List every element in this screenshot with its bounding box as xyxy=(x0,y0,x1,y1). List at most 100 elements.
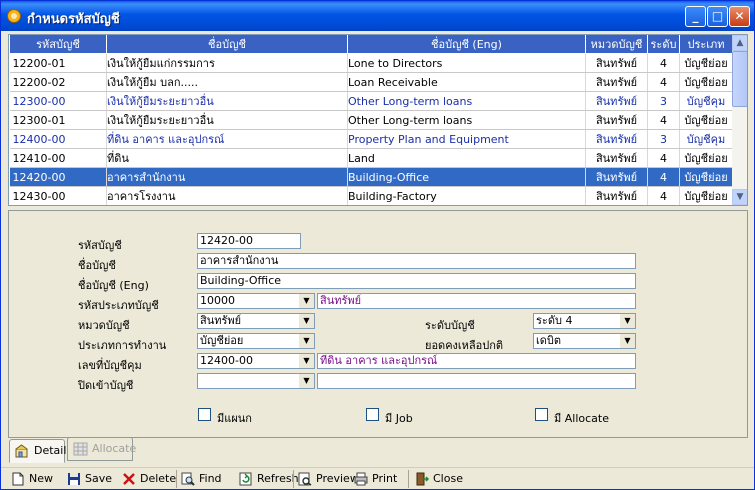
has-department-checkbox[interactable] xyxy=(198,408,211,421)
column-header-name[interactable]: ชื่อบัญชี xyxy=(106,35,348,54)
category-cell: สินทรัพย์ xyxy=(585,72,648,92)
account-grid[interactable]: รหัสบัญชี ชื่อบัญชี ชื่อบัญชี (Eng) หมวด… xyxy=(8,34,748,206)
has-job-label: มี Job xyxy=(385,412,413,425)
chevron-down-icon[interactable]: ▼ xyxy=(299,314,314,328)
level-combo[interactable]: ระดับ 4 ▼ xyxy=(533,313,636,329)
tab-allocate[interactable]: Allocate xyxy=(67,437,137,461)
exit-door-icon xyxy=(416,472,429,486)
column-header-code[interactable]: รหัสบัญชี xyxy=(9,35,107,54)
level-cell: 4 xyxy=(647,72,680,92)
category-cell: สินทรัพย์ xyxy=(585,110,648,130)
chevron-down-icon[interactable]: ▼ xyxy=(620,314,635,328)
table-row[interactable]: 12200-01 เงินให้กู้ยืมแก่กรรมการ Lone to D… xyxy=(9,53,733,73)
chevron-down-icon[interactable]: ▼ xyxy=(620,334,635,348)
chevron-down-icon[interactable]: ▼ xyxy=(299,294,314,308)
table-row[interactable]: 12300-01 เงินให้กู้ยืมระยะยาวอื่น Other Lo… xyxy=(9,110,733,130)
account-name-cell: เงินให้กู้ยืมแก่กรรมการ xyxy=(106,53,348,73)
table-row[interactable]: 12200-02 เงินให้กู้ยืม บลก..... Loan Recei… xyxy=(9,72,733,92)
account-code-cell: 12200-01 xyxy=(9,53,107,73)
close-window-button[interactable]: ✕ xyxy=(729,6,750,27)
type-cell: บัญชีย่อย xyxy=(679,186,733,205)
account-name-field[interactable]: อาคารสำนักงาน xyxy=(197,253,636,269)
level-cell: 4 xyxy=(648,206,680,207)
new-button-label: New xyxy=(29,472,53,485)
tab-detail-label: Detail xyxy=(34,444,67,457)
chevron-down-icon[interactable]: ▼ xyxy=(299,354,314,368)
chevron-down-icon[interactable]: ▼ xyxy=(299,334,314,348)
table-row[interactable]: 12300-00 เงินให้กู้ยืมระยะยาวอื่น Other Lo… xyxy=(9,91,733,111)
control-account-label: เลขที่บัญชีคุม xyxy=(78,359,142,372)
has-allocate-checkbox[interactable] xyxy=(535,408,548,421)
type-cell: บัญชีย่อย xyxy=(679,148,733,168)
delete-button[interactable]: Delete xyxy=(122,470,176,488)
column-header-level[interactable]: ระดับ xyxy=(647,35,680,54)
category-cell: สินทรัพย์ xyxy=(585,129,648,149)
account-name-cell: ที่ดิน xyxy=(106,148,348,168)
title-bar[interactable]: กำหนดรหัสบัญชี _ □ ✕ xyxy=(1,1,754,31)
has-job-checkbox[interactable] xyxy=(366,408,379,421)
print-preview-icon xyxy=(298,472,312,486)
account-name-eng-cell: Building-Office xyxy=(347,167,586,187)
tab-detail[interactable]: Detail xyxy=(9,439,67,463)
print-button[interactable]: Print xyxy=(354,470,397,488)
refresh-button[interactable]: Refresh xyxy=(239,470,299,488)
find-button[interactable]: Find xyxy=(181,470,222,488)
column-header-name-eng[interactable]: ชื่อบัญชี (Eng) xyxy=(347,35,586,54)
account-code-cell: 12200-02 xyxy=(9,72,107,92)
category-combo[interactable]: สินทรัพย์ ▼ xyxy=(197,313,315,329)
level-label: ระดับบัญชี xyxy=(425,319,475,332)
account-name-cell: เงินให้กู้ยืม บลก..... xyxy=(106,72,348,92)
account-code-window: กำหนดรหัสบัญชี _ □ ✕ รหัสบัญชี ชื่อบัญชี… xyxy=(0,0,755,490)
floppy-disk-icon xyxy=(68,473,80,485)
column-header-category[interactable]: หมวดบัญชี xyxy=(585,35,648,54)
account-name-eng-cell: Loan Receivable xyxy=(347,72,586,92)
level-value: ระดับ 4 xyxy=(536,314,573,327)
account-name-eng-cell: Other Long-term loans xyxy=(347,110,586,130)
chevron-down-icon[interactable]: ▼ xyxy=(299,374,314,388)
account-name-cell: เงินให้กู้ยืมระยะยาวอื่น xyxy=(106,110,348,130)
account-type-code-combo[interactable]: 10000 ▼ xyxy=(197,293,315,309)
scroll-down-arrow-icon[interactable]: ▼ xyxy=(732,189,747,205)
type-cell: บัญชีย่อย xyxy=(680,206,733,207)
category-cell: สินทรัพย์ xyxy=(585,53,648,73)
account-code-cell: 12300-00 xyxy=(9,91,107,111)
close-to-combo[interactable]: ▼ xyxy=(197,373,315,389)
has-allocate-label: มี Allocate xyxy=(554,412,609,425)
account-type-code-label: รหัสประเภทบัญชี xyxy=(78,299,159,312)
category-cell: สินทรัพย์ xyxy=(585,167,648,187)
minimize-button[interactable]: _ xyxy=(685,6,706,27)
table-row[interactable]: 12400-00 ที่ดิน อาคาร และอุปกรณ์ Property … xyxy=(9,129,733,149)
column-header-type[interactable]: ประเภท xyxy=(679,35,733,54)
account-name-cell: เครื่องจักร xyxy=(107,206,348,207)
category-cell: สินทรัพย์ xyxy=(585,91,648,111)
control-account-combo[interactable]: 12400-00 ▼ xyxy=(197,353,315,369)
tab-allocate-label: Allocate xyxy=(92,442,137,455)
normal-balance-combo[interactable]: เดบิต ▼ xyxy=(533,333,636,349)
account-name-eng-field[interactable]: Building-Office xyxy=(197,273,636,289)
control-account-name-field: ที่ดิน อาคาร และอุปกรณ์ xyxy=(317,353,636,369)
category-cell: สินทรัพย์ xyxy=(585,148,648,168)
table-row[interactable]: 12430-00 อาคารโรงงาน Building-Factory สินทร… xyxy=(9,186,733,205)
level-cell: 4 xyxy=(647,148,680,168)
account-code-field[interactable]: 12420-00 xyxy=(197,233,301,249)
grid-vertical-scrollbar[interactable]: ▲ ▼ xyxy=(732,35,747,205)
scroll-thumb[interactable] xyxy=(732,51,747,107)
scroll-up-arrow-icon[interactable]: ▲ xyxy=(732,35,747,51)
type-cell: บัญชีย่อย xyxy=(679,72,733,92)
preview-button[interactable]: Preview xyxy=(298,470,359,488)
transaction-type-value: บัญชีย่อย xyxy=(200,334,244,347)
bottom-toolbar: New Save Delete Find Refresh Preview Pri… xyxy=(1,467,754,489)
table-row[interactable]: 12440-00เครื่องจักรMachineสินทรัพย์4บัญช… xyxy=(10,206,733,207)
table-row[interactable]: 12410-00 ที่ดิน Land สินทรัพย์ 4 บัญชีย่อย xyxy=(9,148,733,168)
table-row[interactable]: 12420-00 อาคารสำนักงาน Building-Office สินท… xyxy=(9,167,733,187)
level-cell: 4 xyxy=(647,167,680,187)
account-name-eng-cell: Property Plan and Equipment xyxy=(347,129,586,149)
close-button[interactable]: Close xyxy=(415,470,463,488)
account-code-cell: 12440-00 xyxy=(10,206,107,207)
normal-balance-value: เดบิต xyxy=(536,334,562,347)
save-button[interactable]: Save xyxy=(67,470,112,488)
account-name-cell: อาคารสำนักงาน xyxy=(106,167,348,187)
maximize-button[interactable]: □ xyxy=(707,6,728,27)
transaction-type-combo[interactable]: บัญชีย่อย ▼ xyxy=(197,333,315,349)
new-button[interactable]: New xyxy=(11,470,53,488)
